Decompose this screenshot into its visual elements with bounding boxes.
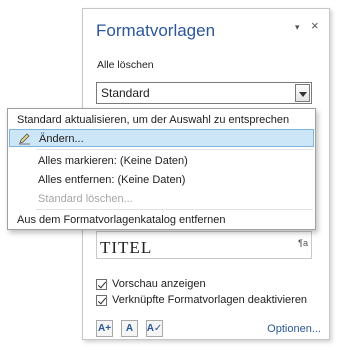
style-inspector-icon: A bbox=[125, 323, 134, 334]
menu-item-label: Standard aktualisieren, um der Auswahl z… bbox=[17, 114, 290, 126]
menu-separator bbox=[36, 149, 313, 150]
menu-item-label: Alles markieren: (Keine Daten) bbox=[38, 155, 188, 167]
manage-styles-icon: A✓ bbox=[146, 323, 163, 334]
disable-linked-checkbox[interactable] bbox=[96, 294, 107, 306]
menu-item-select-all[interactable]: Alles markieren: (Keine Daten) bbox=[9, 152, 314, 170]
menu-item-label: Standard löschen... bbox=[38, 193, 133, 205]
menu-item-label: Aus dem Formatvorlagenkatalog entfernen bbox=[17, 214, 226, 226]
pane-options-arrow-icon[interactable]: ▾ bbox=[295, 22, 300, 33]
menu-item-remove-from-gallery[interactable]: Aus dem Formatvorlagenkatalog entfernen bbox=[9, 211, 314, 229]
style-select-value: Standard bbox=[101, 86, 150, 100]
pane-title: Formatvorlagen bbox=[96, 21, 216, 40]
menu-item-label: Alles entfernen: (Keine Daten) bbox=[38, 174, 186, 186]
menu-item-update-standard[interactable]: Standard aktualisieren, um der Auswahl z… bbox=[9, 111, 314, 129]
context-menu: Standard aktualisieren, um der Auswahl z… bbox=[7, 108, 316, 230]
close-icon[interactable]: × bbox=[311, 18, 319, 33]
pen-icon bbox=[18, 132, 31, 148]
manage-styles-button[interactable]: A✓ bbox=[146, 320, 163, 337]
linked-style-icon: ¶a bbox=[298, 238, 308, 248]
style-list-item-title[interactable]: TITEL ¶a bbox=[96, 231, 312, 259]
show-preview-checkbox[interactable] bbox=[96, 278, 107, 290]
show-preview-option[interactable]: Vorschau anzeigen bbox=[96, 277, 206, 291]
disable-linked-option[interactable]: Verknüpfte Formatvorlagen deaktivieren bbox=[96, 293, 307, 307]
menu-item-delete-standard: Standard löschen... bbox=[9, 190, 314, 208]
menu-item-modify[interactable]: Ändern... bbox=[9, 129, 314, 147]
style-preview-text: TITEL bbox=[100, 238, 153, 257]
menu-item-remove-all[interactable]: Alles entfernen: (Keine Daten) bbox=[9, 171, 314, 189]
menu-item-label: Ändern... bbox=[39, 133, 84, 145]
clear-all-item[interactable]: Alle löschen bbox=[97, 59, 154, 71]
style-inspector-button[interactable]: A bbox=[121, 320, 138, 337]
new-style-button[interactable]: A+ bbox=[96, 320, 113, 337]
new-style-icon: A+ bbox=[97, 323, 112, 334]
disable-linked-label: Verknüpfte Formatvorlagen deaktivieren bbox=[112, 294, 308, 306]
chevron-down-icon[interactable] bbox=[295, 84, 310, 102]
menu-separator bbox=[36, 209, 313, 210]
style-select[interactable]: Standard bbox=[96, 82, 312, 104]
options-link[interactable]: Optionen... bbox=[267, 323, 321, 335]
show-preview-label: Vorschau anzeigen bbox=[112, 278, 206, 290]
